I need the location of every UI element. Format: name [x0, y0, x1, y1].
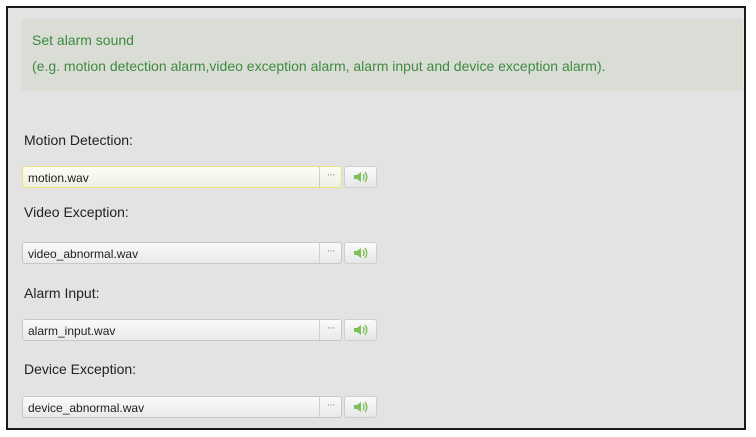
video-exception-value: video_abnormal.wav	[28, 247, 139, 261]
info-title: Set alarm sound	[32, 32, 134, 48]
motion-detection-value: motion.wav	[28, 171, 89, 185]
motion-detection-select[interactable]: motion.wav ···	[22, 166, 342, 188]
device-exception-select[interactable]: device_abnormal.wav ···	[22, 396, 342, 418]
alarm-input-play-button[interactable]	[344, 319, 377, 341]
video-exception-play-button[interactable]	[344, 242, 377, 264]
video-exception-browse-button[interactable]: ···	[319, 243, 341, 263]
alarm-input-select[interactable]: alarm_input.wav ···	[22, 319, 342, 341]
motion-detection-label: Motion Detection:	[24, 132, 133, 148]
video-exception-label: Video Exception:	[24, 204, 129, 220]
motion-detection-play-button[interactable]	[344, 166, 377, 188]
video-exception-select[interactable]: video_abnormal.wav ···	[22, 242, 342, 264]
device-exception-play-button[interactable]	[344, 396, 377, 418]
motion-detection-browse-button[interactable]: ···	[319, 167, 341, 187]
alarm-input-browse-button[interactable]: ···	[319, 320, 341, 340]
alarm-input-label: Alarm Input:	[24, 285, 100, 301]
device-exception-value: device_abnormal.wav	[28, 401, 145, 415]
speaker-icon	[354, 324, 368, 336]
speaker-icon	[354, 247, 368, 259]
speaker-icon	[354, 171, 368, 183]
alarm-sound-panel: Set alarm sound (e.g. motion detection a…	[6, 6, 746, 430]
info-box: Set alarm sound (e.g. motion detection a…	[21, 19, 743, 91]
device-exception-label: Device Exception:	[24, 361, 137, 377]
alarm-input-value: alarm_input.wav	[28, 324, 116, 338]
info-description: (e.g. motion detection alarm,video excep…	[32, 58, 606, 74]
speaker-icon	[354, 401, 368, 413]
device-exception-browse-button[interactable]: ···	[319, 397, 341, 417]
